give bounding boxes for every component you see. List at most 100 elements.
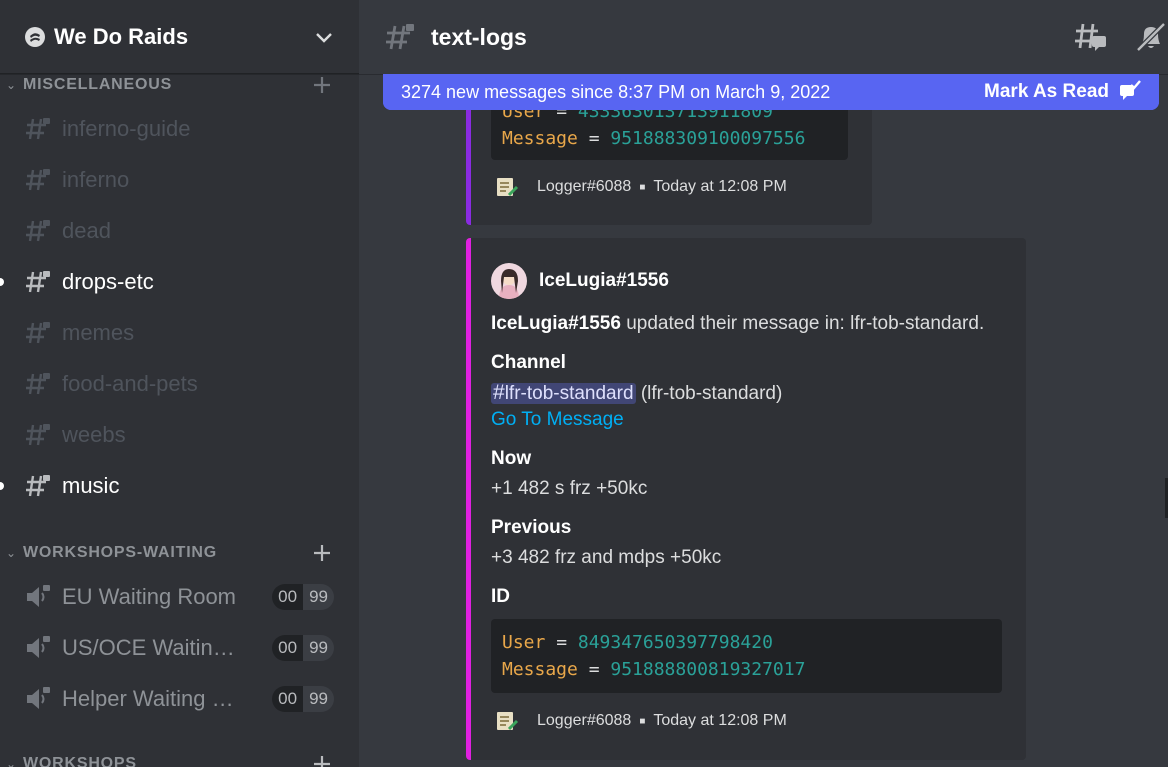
channel-mention[interactable]: #lfr-tob-standard <box>491 381 636 404</box>
channel-name: Helper Waiting Room <box>62 686 242 711</box>
channel-inferno[interactable]: inferno <box>16 158 344 202</box>
logger-icon <box>495 175 519 199</box>
channel-drops-etc[interactable]: drops-etc <box>0 260 344 304</box>
footer-author: Logger#6088 <box>537 178 632 195</box>
channel-sidebar: We Do Raids ⌄ MISCELLANEOUS inferno-guid… <box>0 0 359 767</box>
voice-channel-eu-waiting-room[interactable]: EU Waiting Room 00 99 <box>16 575 344 619</box>
logger-icon <box>495 709 519 733</box>
channel-name: music <box>62 473 120 498</box>
footer-timestamp: Today at 12:08 PM <box>653 178 787 195</box>
locked-hash-icon <box>24 217 52 245</box>
channel-name: weebs <box>62 422 126 447</box>
author-name[interactable]: IceLugia#1556 <box>539 270 669 292</box>
user-limit-badge: 00 99 <box>272 635 334 661</box>
field-previous-label: Previous <box>491 517 572 538</box>
channel-name: food-and-pets <box>62 371 198 396</box>
chevron-down-icon: ⌄ <box>6 78 17 92</box>
user-limit: 99 <box>303 584 334 610</box>
category-workshops-waiting[interactable]: ⌄ WORKSHOPS-WAITING <box>0 541 359 565</box>
category-workshops[interactable]: ⌄ WORKSHOPS <box>0 752 359 767</box>
channel-name: dead <box>62 218 111 243</box>
locked-hash-icon <box>24 268 52 296</box>
server-header[interactable]: We Do Raids <box>0 0 359 74</box>
user-limit-badge: 00 99 <box>272 686 334 712</box>
embed-author[interactable]: IceLugia#1556 <box>491 263 669 299</box>
field-channel-value: #lfr-tob-standard (lfr-tob-standard) <box>491 381 782 405</box>
channel-name: US/OCE Waiting Room <box>62 635 242 660</box>
channel-name: drops-etc <box>62 269 154 294</box>
mark-as-read-button[interactable]: Mark As Read <box>984 81 1109 103</box>
locked-hash-icon <box>385 22 415 52</box>
locked-speaker-icon <box>24 634 52 662</box>
locked-hash-icon <box>24 472 52 500</box>
channel-mention-text: lfr-tob-standard <box>504 383 634 404</box>
id-code-block: User = 849347650397798420 Message = 9518… <box>491 619 1002 693</box>
code-key: Message <box>502 128 578 149</box>
description-username: IceLugia#1556 <box>491 313 621 334</box>
channel-name: EU Waiting Room <box>62 584 237 609</box>
footer-timestamp: Today at 12:08 PM <box>653 712 787 729</box>
mark-read-icon[interactable] <box>1119 79 1141 106</box>
code-value: 951888800819327017 <box>610 659 806 680</box>
channel-header: text-logs <box>359 0 1168 74</box>
channel-food-and-pets[interactable]: food-and-pets <box>16 362 344 406</box>
channel-title: text-logs <box>431 23 527 50</box>
user-count: 00 <box>272 686 304 712</box>
channel-name: inferno <box>62 167 130 192</box>
chevron-down-icon: ⌄ <box>6 546 17 560</box>
new-messages-bar-overlay[interactable]: 3274 new messages since 8:37 PM on March… <box>383 74 1159 110</box>
category-name: MISCELLANEOUS <box>23 76 173 93</box>
embed-footer: Logger#6088 ■ Today at 12:08 PM <box>495 175 787 199</box>
category-miscellaneous[interactable]: ⌄ MISCELLANEOUS <box>0 73 359 97</box>
user-limit: 99 <box>303 635 334 661</box>
description-text: updated their message in: lfr-tob-standa… <box>620 313 985 334</box>
channel-dead[interactable]: dead <box>16 209 344 253</box>
user-limit: 99 <box>303 686 334 712</box>
channel-paren: (lfr-tob-standard) <box>640 383 783 404</box>
unread-indicator <box>0 482 4 490</box>
channel-weebs[interactable]: weebs <box>16 413 344 457</box>
embed-description: IceLugia#1556 updated their message in: … <box>491 313 984 335</box>
code-key: Message <box>502 659 578 680</box>
field-id-label: ID <box>491 586 510 607</box>
notification-muted-icon[interactable] <box>1134 20 1168 54</box>
field-previous-value: +3 482 frz and mdps +50kc <box>491 547 722 568</box>
field-now-value: +1 482 s frz +50kc <box>491 478 648 499</box>
channel-name: memes <box>62 320 135 345</box>
embed-color-bar <box>466 95 471 225</box>
server-name: We Do Raids <box>54 23 189 49</box>
new-messages-text: 3274 new messages since 8:37 PM on March… <box>401 81 831 102</box>
channel-inferno-guide[interactable]: inferno-guide <box>16 107 344 151</box>
chevron-down-icon[interactable] <box>313 26 335 48</box>
locked-speaker-icon <box>24 685 52 713</box>
embed-color-bar <box>466 238 471 760</box>
threads-icon[interactable] <box>1074 20 1108 54</box>
category-name: WORKSHOPS-WAITING <box>23 544 218 561</box>
unread-indicator <box>0 278 4 286</box>
code-key: User <box>502 632 546 653</box>
user-count: 00 <box>272 584 304 610</box>
footer-author: Logger#6088 <box>537 712 632 729</box>
channel-name: inferno-guide <box>62 116 191 141</box>
add-channel-icon[interactable] <box>311 753 333 767</box>
code-value: 951888309100097556 <box>610 128 806 149</box>
locked-hash-icon <box>24 166 52 194</box>
user-limit-badge: 00 99 <box>272 584 334 610</box>
go-to-message-link[interactable]: Go To Message <box>491 409 624 431</box>
locked-hash-icon <box>24 319 52 347</box>
field-now-label: Now <box>491 448 532 469</box>
locked-hash-icon <box>24 421 52 449</box>
locked-speaker-icon <box>24 583 52 611</box>
code-value: 849347650397798420 <box>577 632 773 653</box>
server-icon <box>24 26 46 48</box>
voice-channel-helper-waiting-room[interactable]: Helper Waiting Room 00 99 <box>16 677 344 721</box>
channel-memes[interactable]: memes <box>16 311 344 355</box>
add-channel-icon[interactable] <box>311 74 333 96</box>
user-count: 00 <box>272 635 304 661</box>
channel-music[interactable]: music <box>0 464 344 508</box>
category-name: WORKSHOPS <box>23 755 137 767</box>
locked-hash-icon <box>24 370 52 398</box>
add-channel-icon[interactable] <box>311 542 333 564</box>
avatar[interactable] <box>491 263 527 299</box>
voice-channel-us-oce-waiting-room[interactable]: US/OCE Waiting Room 00 99 <box>16 626 344 670</box>
